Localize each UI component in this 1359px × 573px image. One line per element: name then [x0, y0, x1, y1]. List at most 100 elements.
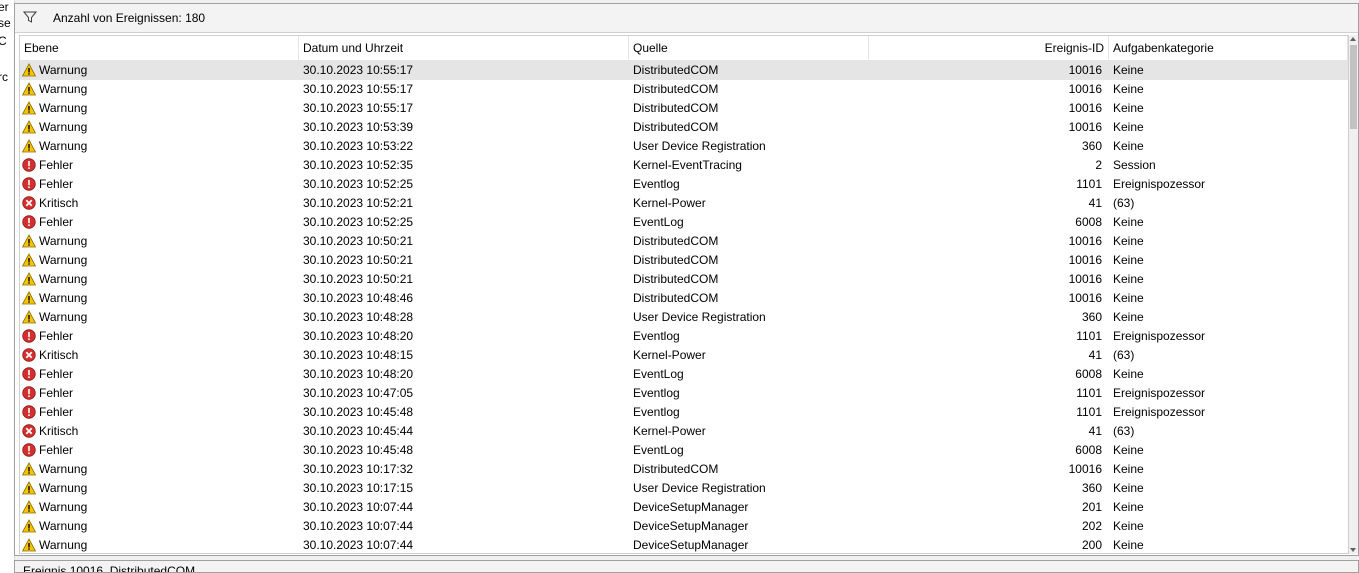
column-header-level[interactable]: Ebene	[20, 36, 299, 60]
column-header-source[interactable]: Quelle	[629, 36, 869, 60]
error-icon	[22, 177, 36, 191]
level-cell: Fehler	[22, 327, 298, 346]
left-sliver-text: se	[0, 16, 11, 30]
source-cell: DeviceSetupManager	[633, 500, 749, 514]
table-header: Ebene Datum und Uhrzeit Quelle Ereignis-…	[20, 36, 1348, 61]
level-cell: Warnung	[21, 80, 298, 99]
date-cell: 30.10.2023 10:48:15	[303, 348, 414, 362]
table-row[interactable]: Warnung 30.10.2023 10:50:21 DistributedCOM…	[20, 251, 1348, 270]
table-row[interactable]: Warnung 30.10.2023 10:07:44 DeviceSetupMan…	[20, 498, 1348, 517]
table-row[interactable]: Fehler 30.10.2023 10:52:25 EventLog 6008 Kei…	[20, 213, 1348, 232]
table-row[interactable]: Warnung 30.10.2023 10:53:22 User Device Re…	[20, 137, 1348, 156]
event-id-cell: 2	[1095, 158, 1102, 172]
table-body: Warnung 30.10.2023 10:55:17 DistributedCOM…	[20, 61, 1348, 553]
source-cell: EventLog	[633, 367, 684, 381]
source-cell: Eventlog	[633, 405, 680, 419]
table-row[interactable]: Kritisch 30.10.2023 10:52:21 Kernel-Power 4…	[20, 194, 1348, 213]
table-row[interactable]: Warnung 30.10.2023 10:55:17 DistributedCOM…	[20, 61, 1348, 80]
table-row[interactable]: Warnung 30.10.2023 10:17:32 DistributedCOM…	[20, 460, 1348, 479]
table-row[interactable]: Warnung 30.10.2023 10:50:21 DistributedCOM…	[20, 270, 1348, 289]
level-cell: Warnung	[21, 460, 298, 479]
table-row[interactable]: Warnung 30.10.2023 10:17:15 User Device Re…	[20, 479, 1348, 498]
event-id-cell: 10016	[1068, 253, 1102, 267]
column-header-event-id[interactable]: Ereignis-ID	[869, 36, 1109, 60]
level-cell: Warnung	[21, 270, 298, 289]
column-header-task-category[interactable]: Aufgabenkategorie	[1109, 36, 1348, 60]
source-cell: User Device Registration	[633, 139, 766, 153]
event-id-cell: 10016	[1068, 120, 1102, 134]
table-row[interactable]: Warnung 30.10.2023 10:48:46 DistributedCOM…	[20, 289, 1348, 308]
event-id-cell: 1101	[1076, 329, 1102, 343]
level-label: Warnung	[39, 500, 88, 514]
level-cell: Fehler	[22, 175, 298, 194]
column-header-date[interactable]: Datum und Uhrzeit	[299, 36, 629, 60]
table-row[interactable]: Fehler 30.10.2023 10:52:35 Kernel-EventTra…	[20, 156, 1348, 175]
scroll-up-arrow-icon[interactable]	[1350, 37, 1356, 41]
warning-icon	[21, 101, 37, 115]
warning-icon	[21, 234, 37, 248]
table-row[interactable]: Fehler 30.10.2023 10:48:20 EventLog 6008 Kei…	[20, 365, 1348, 384]
event-id-cell: 10016	[1068, 272, 1102, 286]
event-id-cell: 200	[1081, 538, 1102, 552]
task-category-cell: Keine	[1113, 481, 1144, 495]
table-row[interactable]: Fehler 30.10.2023 10:47:05 Eventlog 1101 Ere…	[20, 384, 1348, 403]
table-row[interactable]: Fehler 30.10.2023 10:48:20 Eventlog 1101 Ere…	[20, 327, 1348, 346]
level-cell: Warnung	[21, 536, 298, 553]
task-category-cell: Keine	[1113, 101, 1144, 115]
task-category-cell: (63)	[1113, 196, 1135, 210]
level-cell: Warnung	[21, 61, 298, 80]
left-sliver-text: er	[0, 0, 9, 14]
level-cell: Fehler	[22, 213, 298, 232]
event-id-cell: 10016	[1068, 101, 1102, 115]
source-cell: DistributedCOM	[633, 82, 719, 96]
table-row[interactable]: Kritisch 30.10.2023 10:48:15 Kernel-Power 4…	[20, 346, 1348, 365]
vertical-scrollbar[interactable]	[1349, 35, 1358, 554]
event-id-cell: 360	[1081, 481, 1102, 495]
source-cell: Eventlog	[633, 386, 680, 400]
event-id-cell: 1101	[1076, 177, 1102, 191]
task-category-cell: Session	[1113, 158, 1156, 172]
level-cell: Warnung	[21, 498, 298, 517]
table-row[interactable]: Warnung 30.10.2023 10:50:21 DistributedCOM…	[20, 232, 1348, 251]
left-navigation-sliver: er se C rc	[0, 0, 15, 573]
table-row[interactable]: Fehler 30.10.2023 10:45:48 Eventlog 1101 Ere…	[20, 403, 1348, 422]
event-id-cell: 202	[1081, 519, 1102, 533]
task-category-cell: Keine	[1113, 215, 1144, 229]
table-row[interactable]: Warnung 30.10.2023 10:55:17 DistributedCOM…	[20, 99, 1348, 118]
filter-icon[interactable]	[23, 10, 37, 24]
table-row[interactable]: Warnung 30.10.2023 10:55:17 DistributedCOM…	[20, 80, 1348, 99]
level-label: Warnung	[39, 139, 88, 153]
source-cell: DistributedCOM	[633, 101, 719, 115]
level-cell: Warnung	[21, 137, 298, 156]
table-row[interactable]: Kritisch 30.10.2023 10:45:44 Kernel-Power 4…	[20, 422, 1348, 441]
event-id-cell: 10016	[1068, 291, 1102, 305]
table-row[interactable]: Warnung 30.10.2023 10:07:44 DeviceSetupMan…	[20, 517, 1348, 536]
warning-icon	[21, 63, 37, 77]
table-row[interactable]: Warnung 30.10.2023 10:07:44 DeviceSetupMan…	[20, 536, 1348, 553]
warning-icon	[21, 462, 37, 476]
level-label: Kritisch	[39, 424, 79, 438]
event-id-cell: 10016	[1068, 462, 1102, 476]
table-row[interactable]: Warnung 30.10.2023 10:53:39 DistributedCOM…	[20, 118, 1348, 137]
date-cell: 30.10.2023 10:53:39	[303, 120, 414, 134]
scrollbar-thumb[interactable]	[1350, 45, 1357, 129]
warning-icon	[21, 120, 37, 134]
date-cell: 30.10.2023 10:55:17	[303, 101, 414, 115]
level-label: Warnung	[39, 63, 88, 77]
table-row[interactable]: Warnung 30.10.2023 10:48:28 User Device Re…	[20, 308, 1348, 327]
event-table[interactable]: Ebene Datum und Uhrzeit Quelle Ereignis-…	[19, 35, 1349, 554]
source-cell: DistributedCOM	[633, 462, 719, 476]
level-cell: Warnung	[21, 232, 298, 251]
table-row[interactable]: Fehler 30.10.2023 10:52:25 Eventlog 1101 Ere…	[20, 175, 1348, 194]
table-row[interactable]: Fehler 30.10.2023 10:45:48 EventLog 6008 Kei…	[20, 441, 1348, 460]
date-cell: 30.10.2023 10:48:28	[303, 310, 414, 324]
source-cell: DeviceSetupManager	[633, 519, 749, 533]
date-cell: 30.10.2023 10:17:32	[303, 462, 414, 476]
event-id-cell: 10016	[1068, 234, 1102, 248]
scroll-down-arrow-icon[interactable]	[1350, 548, 1356, 552]
level-cell: Warnung	[21, 99, 298, 118]
event-id-cell: 360	[1081, 139, 1102, 153]
level-label: Warnung	[39, 82, 88, 96]
task-category-cell: Keine	[1113, 63, 1144, 77]
level-label: Warnung	[39, 272, 88, 286]
